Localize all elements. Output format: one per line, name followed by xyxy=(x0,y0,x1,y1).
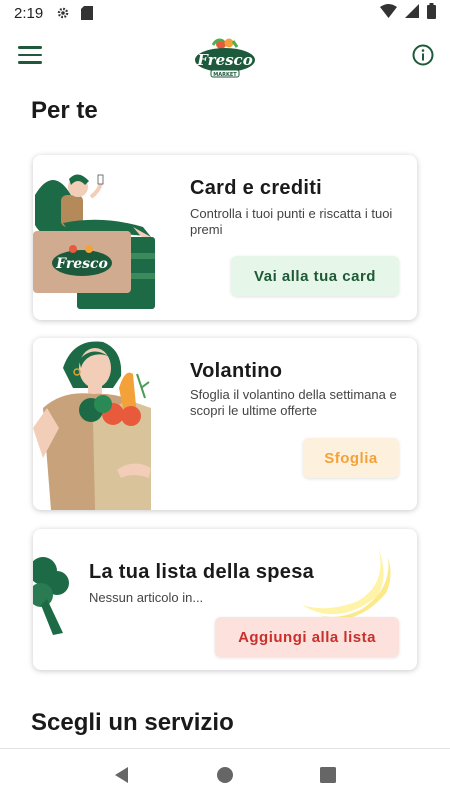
card-loyalty-credits[interactable]: Fresco Card e crediti Controlla i tuoi p… xyxy=(33,155,417,320)
app-bar: Fresco MARKET xyxy=(0,30,450,86)
status-bar: 2:19 xyxy=(0,0,450,26)
card-title: Card e crediti xyxy=(190,177,323,199)
card-description: Sfoglia il volantino della settimana e s… xyxy=(190,387,397,418)
card-shopping-list[interactable]: La tua lista della spesa Nessun articolo… xyxy=(33,529,417,670)
loyalty-card-illustration: Fresco xyxy=(33,174,155,309)
info-icon[interactable] xyxy=(412,44,434,66)
recents-square-icon[interactable] xyxy=(313,760,343,790)
menu-hamburger-icon[interactable] xyxy=(18,46,42,68)
status-time: 2:19 xyxy=(14,4,44,22)
logo-subtext: MARKET xyxy=(213,72,237,78)
card-flyer[interactable]: Volantino Sfoglia il volantino della set… xyxy=(33,338,417,510)
card-description: Controlla i tuoi punti e riscatta i tuoi… xyxy=(190,206,393,237)
system-navigation-bar xyxy=(0,748,450,800)
broccoli-illustration xyxy=(33,557,69,635)
card-description: Nessun articolo in... xyxy=(89,590,204,605)
battery-icon xyxy=(427,3,436,23)
card-title: La tua lista della spesa xyxy=(89,561,315,583)
back-triangle-icon[interactable] xyxy=(107,760,137,790)
logo-text: Fresco xyxy=(196,51,252,69)
browse-flyer-button[interactable]: Sfoglia xyxy=(303,438,399,478)
section-title-services: Scegli un servizio xyxy=(31,709,234,736)
sd-card-icon xyxy=(79,5,95,21)
settings-gear-icon xyxy=(55,5,71,21)
section-title-for-you: Per te xyxy=(31,97,98,124)
card-title: Volantino xyxy=(190,360,283,382)
go-to-card-button[interactable]: Vai alla tua card xyxy=(231,256,399,296)
fresco-market-logo: Fresco MARKET xyxy=(193,36,257,80)
home-circle-icon[interactable] xyxy=(210,760,240,790)
signal-icon xyxy=(405,4,419,22)
card-logo-text: Fresco xyxy=(55,256,108,272)
add-to-list-button[interactable]: Aggiungi alla lista xyxy=(215,617,399,657)
flyer-illustration xyxy=(33,341,151,510)
wifi-icon xyxy=(380,4,397,22)
